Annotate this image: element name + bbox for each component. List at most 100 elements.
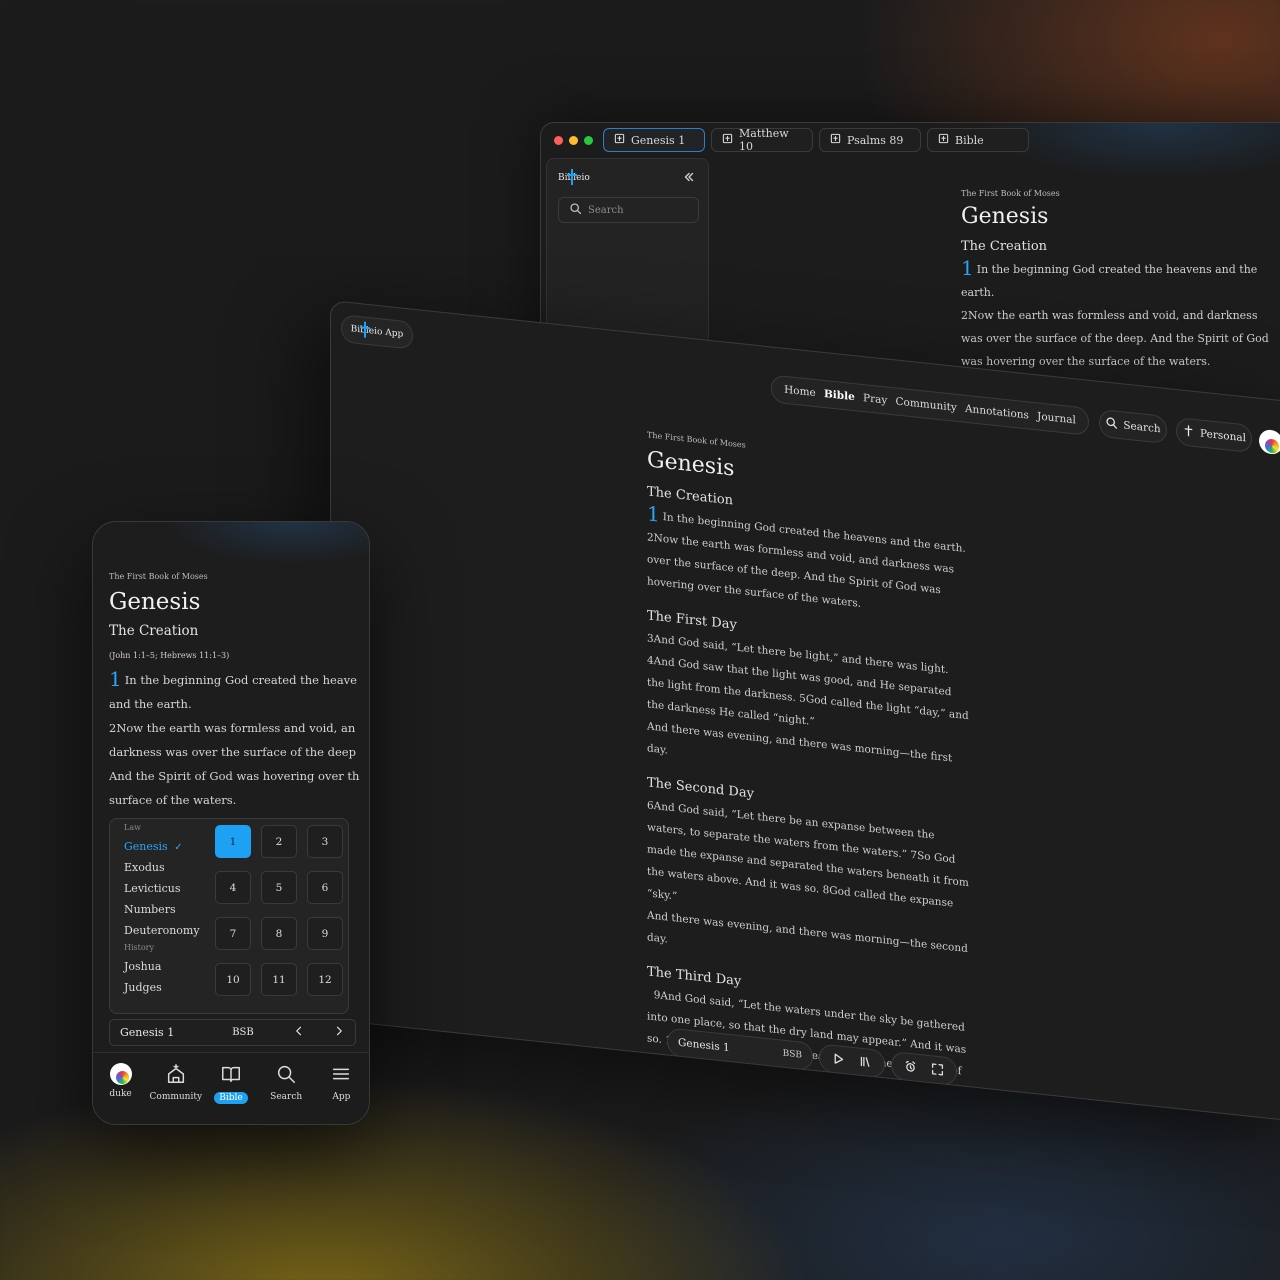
version-label: BSB: [232, 1027, 254, 1038]
brand-logo: Bibleio App: [351, 321, 403, 340]
tab-matthew-10[interactable]: Matthew 10: [711, 127, 813, 153]
church-icon: [165, 1063, 187, 1088]
verse-line: surface of the waters.: [109, 793, 237, 807]
player-controls: [819, 1043, 885, 1079]
nav-journal[interactable]: Journal: [1037, 410, 1076, 426]
search-input[interactable]: Search: [558, 197, 699, 223]
collapse-sidebar-icon[interactable]: [682, 169, 696, 188]
chapter-picker: Law Genesis ✓ Exodus Levicticus Numbers …: [109, 818, 349, 1014]
nav-home[interactable]: Home: [784, 384, 816, 399]
book-item-judges[interactable]: Judges: [124, 977, 214, 998]
chapter-number: 1: [109, 667, 122, 691]
check-icon: ✓: [174, 842, 183, 853]
alarm-icon[interactable]: [904, 1057, 917, 1077]
avatar[interactable]: [1259, 428, 1280, 456]
chapter-cell[interactable]: 3: [307, 825, 343, 858]
book-item-joshua[interactable]: Joshua: [124, 956, 214, 977]
tab-genesis-1[interactable]: Genesis 1: [603, 128, 705, 152]
tab-community[interactable]: Community: [150, 1063, 202, 1102]
book-item-exodus[interactable]: Exodus: [124, 857, 214, 878]
chapter-cell[interactable]: 1: [215, 825, 251, 858]
chapter-number: 1: [961, 256, 974, 280]
cross-references: (John 1:1–5; Hebrews 11:1–3): [109, 651, 230, 660]
tab-label: Psalms 89: [847, 133, 904, 147]
book-title: Genesis: [961, 204, 1049, 229]
chapter-label: Genesis 1: [678, 1036, 730, 1055]
chapter-cell[interactable]: 7: [215, 917, 251, 950]
nav-community[interactable]: Community: [895, 395, 956, 413]
chevron-left-icon[interactable]: [293, 1025, 305, 1040]
chevron-right-icon[interactable]: [333, 1025, 345, 1040]
chapter-cell[interactable]: 9: [307, 917, 343, 950]
player-extra-controls: [891, 1051, 957, 1086]
tab-bible[interactable]: Bible: [206, 1063, 256, 1104]
bible-book-icon: [938, 133, 949, 147]
chapter-cell[interactable]: 5: [261, 871, 297, 904]
chapter-cell[interactable]: 4: [215, 871, 251, 904]
tab-label: Genesis 1: [631, 133, 686, 147]
bible-book-icon: [830, 133, 841, 147]
bottom-tab-bar: duke Community Bible Search App: [93, 1052, 369, 1124]
library-icon[interactable]: [859, 1052, 872, 1072]
section-heading: The Creation: [961, 239, 1048, 254]
reader: The First Book of Moses Genesis The Crea…: [961, 189, 1271, 373]
search-button[interactable]: Search: [1099, 408, 1167, 445]
tab-app[interactable]: App: [316, 1063, 366, 1102]
search-placeholder: Search: [588, 204, 624, 216]
personal-button[interactable]: Personal: [1176, 416, 1252, 453]
book-item-deuteronomy[interactable]: Deuteronomy: [124, 920, 214, 941]
menu-icon: [330, 1063, 352, 1088]
nav-bible[interactable]: Bible: [824, 388, 855, 403]
verse-line: 1 In the beginning God created the heave: [109, 667, 357, 691]
main-nav: Home Bible Pray Community Annotations Jo…: [771, 374, 1089, 436]
fullscreen-icon[interactable]: [931, 1060, 944, 1080]
close-window-button[interactable]: [554, 136, 563, 145]
book-item-numbers[interactable]: Numbers: [124, 899, 214, 920]
play-icon[interactable]: [832, 1049, 845, 1069]
chapter-cell[interactable]: 2: [261, 825, 297, 858]
chapter-cell[interactable]: 6: [307, 871, 343, 904]
chapter-bar[interactable]: Genesis 1 BSB: [109, 1019, 356, 1046]
brand-pill[interactable]: Bibleio App: [341, 314, 413, 350]
chapter-cell[interactable]: 8: [261, 917, 297, 950]
nav-annotations[interactable]: Annotations: [965, 403, 1029, 422]
cross-icon: [1182, 424, 1195, 441]
tab-bible[interactable]: Bible: [927, 128, 1029, 152]
window-controls: [554, 136, 593, 145]
desktop-window-front: Bibleio App Home Bible Pray Community An…: [330, 300, 1280, 1121]
verse-line: darkness was over the surface of the dee…: [109, 745, 356, 759]
mobile-app: The First Book of Moses Genesis The Crea…: [92, 521, 370, 1125]
minimize-window-button[interactable]: [569, 136, 578, 145]
cross-icon: [567, 169, 577, 185]
chapter-cell[interactable]: 12: [307, 963, 343, 996]
open-book-icon: [220, 1063, 242, 1088]
tab-psalms-89[interactable]: Psalms 89: [819, 128, 921, 152]
tab-label: Matthew 10: [739, 127, 789, 153]
bible-book-icon: [722, 133, 733, 147]
verse-line: And the Spirit of God was hovering over …: [109, 769, 360, 783]
maximize-window-button[interactable]: [584, 136, 593, 145]
chapter-cell[interactable]: 10: [215, 963, 251, 996]
search-icon: [275, 1063, 297, 1088]
brand-logo: Bibleio: [558, 169, 590, 185]
avatar: [109, 1063, 132, 1085]
tab-profile[interactable]: duke: [96, 1063, 146, 1099]
group-label: Law: [124, 823, 141, 832]
chapter-grid: 1 2 3 4 5 6 7 8 9 10 11 12: [215, 825, 343, 996]
book-title: Genesis: [109, 589, 201, 615]
group-label: History: [124, 943, 155, 952]
verse-1: 1 In the beginning God created the heaven…: [961, 256, 1258, 299]
chapter-cell[interactable]: 11: [261, 963, 297, 996]
chapter-number: 1: [647, 501, 660, 527]
chapter-label: Genesis 1: [120, 1026, 175, 1039]
bible-book-icon: [614, 133, 625, 147]
book-list: Law Genesis ✓ Exodus Levicticus Numbers …: [124, 823, 214, 998]
reader: The First Book of Moses Genesis The Crea…: [647, 430, 969, 1121]
nav-pray[interactable]: Pray: [863, 392, 887, 407]
tab-strip: Genesis 1 Matthew 10 Psalms 89 Bible: [603, 127, 1029, 153]
tab-search[interactable]: Search: [261, 1063, 311, 1102]
book-item-leviticus[interactable]: Levicticus: [124, 878, 214, 899]
verse-line: 2Now the earth was formless and void, an: [109, 721, 356, 735]
book-item-genesis[interactable]: Genesis ✓: [124, 836, 214, 857]
search-icon: [1105, 416, 1118, 433]
